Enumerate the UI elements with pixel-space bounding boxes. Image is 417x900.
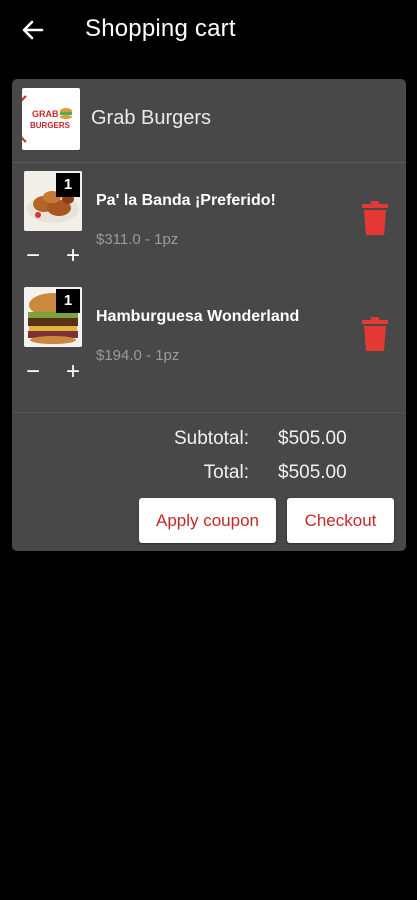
trash-icon[interactable] — [362, 201, 388, 235]
checkout-button[interactable]: Checkout — [287, 498, 394, 543]
item-name: Hamburguesa Wonderland — [96, 308, 300, 325]
total-label: Total: — [203, 462, 249, 483]
increase-quantity-button[interactable]: + — [62, 360, 84, 384]
item-name: Pa' la Banda ¡Preferido! — [96, 192, 276, 209]
restaurant-header: GRAB BURGERS Grab Burgers — [12, 79, 406, 162]
restaurant-logo: GRAB BURGERS — [22, 88, 80, 150]
top-app-bar: Shopping cart — [0, 0, 417, 62]
total-value: $505.00 — [278, 462, 347, 483]
divider — [12, 412, 406, 413]
item-price: $194.0 - 1pz — [96, 347, 180, 364]
subtotal-label: Subtotal: — [174, 428, 249, 449]
svg-text:BURGERS: BURGERS — [30, 121, 71, 130]
cart-item: 1 − + Pa' la Banda ¡Preferido! $311.0 - … — [12, 163, 406, 279]
cart-item: 1 − + Hamburguesa Wonderland $194.0 - 1p… — [12, 279, 406, 395]
increase-quantity-button[interactable]: + — [62, 244, 84, 268]
restaurant-name: Grab Burgers — [91, 107, 212, 129]
page-title: Shopping cart — [85, 15, 236, 42]
svg-text:GRAB: GRAB — [32, 109, 59, 119]
item-price: $311.0 - 1pz — [96, 231, 179, 248]
quantity-badge: 1 — [56, 289, 80, 313]
apply-coupon-button[interactable]: Apply coupon — [139, 498, 276, 543]
trash-icon[interactable] — [362, 317, 388, 351]
decrease-quantity-button[interactable]: − — [22, 360, 44, 384]
quantity-badge: 1 — [56, 173, 80, 197]
decrease-quantity-button[interactable]: − — [22, 244, 44, 268]
cart-card: GRAB BURGERS Grab Burgers 1 − + Pa' la B… — [12, 79, 406, 551]
arrow-left-icon[interactable] — [20, 17, 46, 43]
subtotal-value: $505.00 — [278, 428, 347, 449]
